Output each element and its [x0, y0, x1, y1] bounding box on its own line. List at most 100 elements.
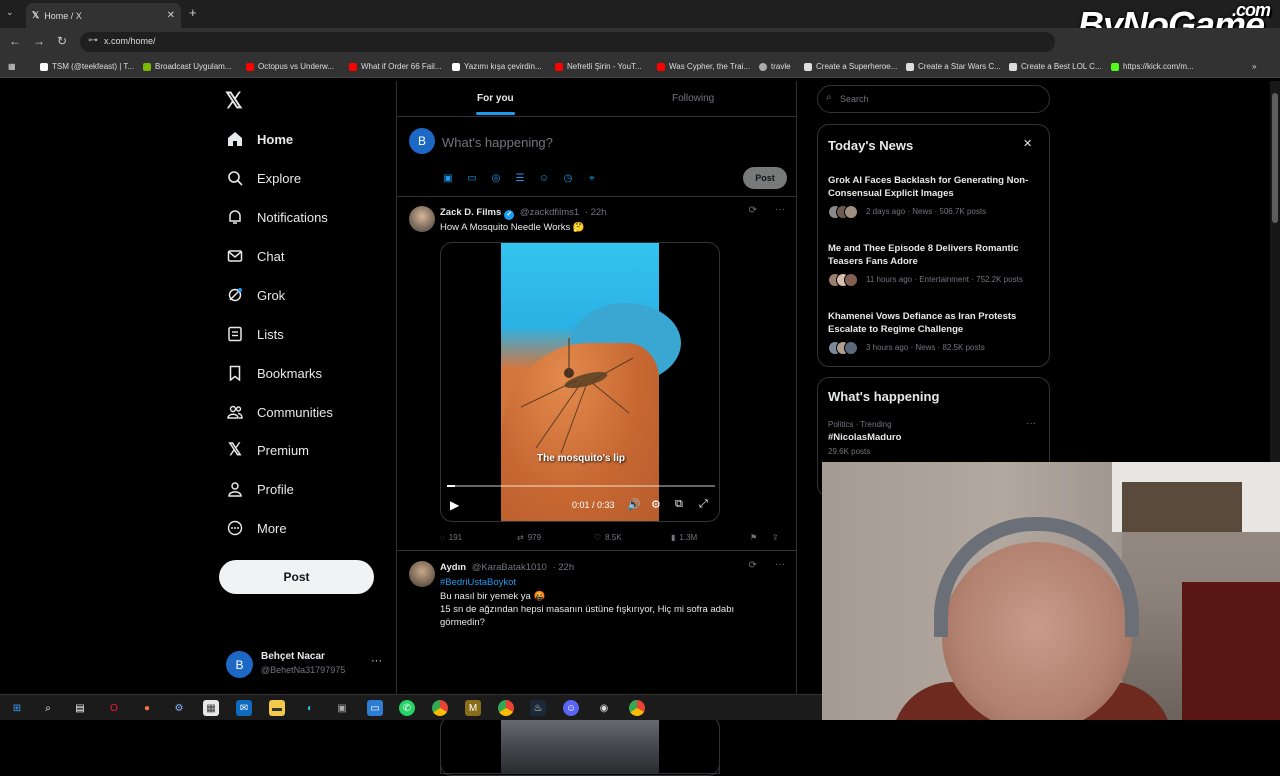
scrollbar-thumb[interactable]: [1272, 93, 1278, 223]
avatar[interactable]: [409, 561, 435, 587]
tab-for-you[interactable]: For you: [476, 93, 515, 115]
site-info-icon[interactable]: ⊶: [88, 35, 98, 46]
account-switcher[interactable]: B Behçet Nacar @BehetNa31797975 ···: [226, 649, 386, 681]
video-progress-bar[interactable]: [447, 485, 715, 487]
image-icon[interactable]: ▣: [442, 172, 454, 184]
app-icon[interactable]: ▭: [367, 700, 383, 716]
bookmark-item[interactable]: What if Order 66 Fail...: [349, 62, 441, 71]
hashtag-link[interactable]: #BedriUstaBoykot: [440, 576, 516, 589]
close-tab-icon[interactable]: ✕: [167, 10, 175, 21]
tweet-author-name[interactable]: Aydın: [440, 562, 466, 573]
bookmark-item[interactable]: travle: [759, 62, 791, 71]
new-tab-icon[interactable]: +: [189, 5, 197, 20]
nav-more[interactable]: More: [226, 519, 287, 537]
tweet-time[interactable]: · 22h: [585, 207, 607, 218]
bookmark-icon[interactable]: ⚑: [750, 533, 757, 542]
search-input[interactable]: ⌕ Search: [817, 85, 1050, 113]
chrome-icon[interactable]: [432, 700, 448, 716]
app-icon[interactable]: M: [465, 700, 481, 716]
volume-icon[interactable]: 🔊: [627, 498, 641, 511]
bookmark-item[interactable]: Create a Superheroe...: [804, 62, 897, 71]
poll-icon[interactable]: ☰: [514, 172, 526, 184]
tweet-time[interactable]: · 22h: [552, 562, 574, 573]
bookmark-item[interactable]: Create a Best LOL C...: [1009, 62, 1102, 71]
tweet-author-name[interactable]: Zack D. Films: [440, 207, 501, 218]
mail-app-icon[interactable]: ✉: [236, 700, 252, 716]
opera-gx-icon[interactable]: O: [106, 700, 122, 716]
firefox-icon[interactable]: ●: [139, 700, 155, 716]
forward-icon[interactable]: →: [33, 34, 45, 48]
pip-icon[interactable]: ⧉: [675, 498, 683, 511]
steam-icon[interactable]: ♨: [530, 700, 546, 716]
grok-icon[interactable]: ◎: [490, 172, 502, 184]
app-icon[interactable]: ◉: [596, 700, 612, 716]
avatar[interactable]: [409, 206, 435, 232]
nav-grok[interactable]: Grok: [226, 286, 285, 304]
bookmark-item[interactable]: https://kick.com/m...: [1111, 62, 1194, 71]
more-dots-icon[interactable]: ···: [775, 559, 785, 570]
more-dots-icon[interactable]: ···: [775, 204, 785, 215]
bookmark-item[interactable]: Create a Star Wars C...: [906, 62, 1001, 71]
url-input[interactable]: ⊶ x.com/home/: [80, 32, 1055, 52]
nav-explore[interactable]: Explore: [226, 169, 301, 187]
news-headline[interactable]: Khamenei Vows Defiance as Iran Protests …: [828, 310, 1043, 336]
bookmark-item[interactable]: Broadcast Uygulam...: [143, 62, 231, 71]
browser-tab[interactable]: 𝕏 Home / X ✕: [26, 3, 181, 28]
apps-grid-icon[interactable]: ▦: [8, 62, 16, 71]
bookmark-item[interactable]: TSM (@teekfeast) | T...: [40, 62, 134, 71]
location-icon[interactable]: ⌖: [586, 172, 598, 184]
edge-icon[interactable]: ◐: [302, 700, 318, 716]
trend-name[interactable]: #NicolasMaduro: [828, 432, 901, 443]
grok-icon[interactable]: ⟳: [749, 205, 757, 216]
nav-home[interactable]: Home: [226, 130, 293, 148]
nav-communities[interactable]: Communities: [226, 403, 333, 421]
page-scrollbar[interactable]: [1270, 81, 1280, 462]
compose-post-button[interactable]: Post: [743, 167, 787, 189]
video-player[interactable]: The mosquito's lip ▶ 0:01 / 0:33 🔊 ⚙ ⧉ ⤢: [440, 242, 720, 522]
app-icon[interactable]: ⚙: [171, 700, 187, 716]
share-icon[interactable]: ⇪: [772, 533, 779, 542]
tab-list-chevron-icon[interactable]: ⌄: [6, 7, 14, 18]
more-dots-icon[interactable]: ···: [1026, 418, 1036, 429]
reload-icon[interactable]: ↻: [57, 34, 67, 48]
nav-lists[interactable]: Lists: [226, 325, 284, 343]
nav-profile[interactable]: Profile: [226, 480, 294, 498]
chrome-icon[interactable]: [629, 700, 645, 716]
bookmark-item[interactable]: Was Cypher, the Trai...: [657, 62, 750, 71]
news-headline[interactable]: Me and Thee Episode 8 Delivers Romantic …: [828, 242, 1043, 268]
tweet[interactable]: Zack D. Films ✓ @zackdfilms1 · 22h ⟳ ··· …: [397, 198, 797, 551]
more-bookmarks-icon[interactable]: »: [1252, 62, 1256, 71]
tweet-video-thumbnail[interactable]: [440, 716, 720, 774]
like-button[interactable]: ♡ 8.5K: [594, 533, 622, 542]
windows-start-icon[interactable]: ⊞: [9, 700, 25, 716]
gif-icon[interactable]: ▭: [466, 172, 478, 184]
more-dots-icon[interactable]: ···: [371, 655, 382, 667]
bookmark-item[interactable]: Yazımı kışa çevirdin...: [452, 62, 542, 71]
chrome-icon[interactable]: [498, 700, 514, 716]
fullscreen-icon[interactable]: ⤢: [699, 498, 708, 511]
tab-following[interactable]: Following: [672, 93, 714, 104]
nav-chat[interactable]: Chat: [226, 247, 284, 265]
news-headline[interactable]: Grok AI Faces Backlash for Generating No…: [828, 174, 1043, 200]
tweet-handle[interactable]: @zackdfilms1: [520, 207, 579, 218]
nav-notifications[interactable]: Notifications: [226, 208, 328, 226]
views-button[interactable]: ▮ 1.3M: [671, 533, 697, 542]
close-icon[interactable]: ✕: [1023, 137, 1032, 150]
bookmark-item[interactable]: Nefretli Şirin - YouT...: [555, 62, 642, 71]
whatsapp-icon[interactable]: ✆: [399, 700, 415, 716]
post-button[interactable]: Post: [219, 560, 374, 594]
task-view-icon[interactable]: ▤: [72, 700, 88, 716]
nav-bookmarks[interactable]: Bookmarks: [226, 364, 322, 382]
repost-button[interactable]: ⇄ 979: [517, 533, 541, 542]
compose-input[interactable]: What's happening?: [442, 135, 553, 150]
app-icon[interactable]: ▣: [334, 700, 350, 716]
grok-icon[interactable]: ⟳: [749, 560, 757, 571]
schedule-icon[interactable]: ◷: [562, 172, 574, 184]
x-logo-icon[interactable]: 𝕏: [225, 88, 243, 114]
emoji-icon[interactable]: ☺: [538, 172, 550, 184]
play-icon[interactable]: ▶: [450, 498, 459, 512]
store-icon[interactable]: ▦: [203, 700, 219, 716]
tweet[interactable]: Aydın @KaraBatak1010 · 22h ⟳ ··· #BedriU…: [397, 552, 797, 776]
bookmark-item[interactable]: Octopus vs Underw...: [246, 62, 334, 71]
search-icon[interactable]: ⌕: [40, 700, 56, 716]
